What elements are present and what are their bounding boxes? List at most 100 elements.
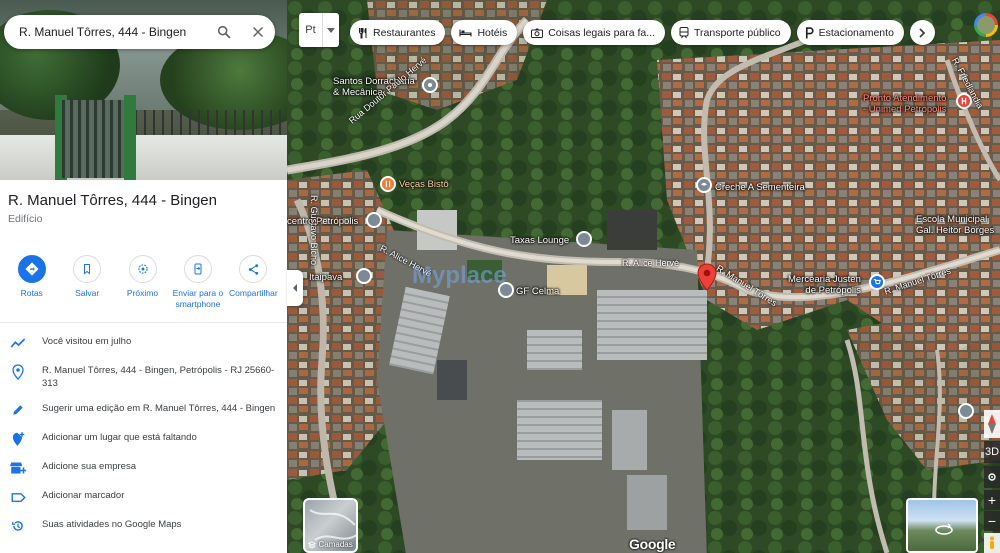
label-centro-petropolis[interactable]: centro Petrópolis bbox=[287, 216, 358, 227]
label-taxas-lounge[interactable]: Taxas Lounge bbox=[510, 235, 569, 246]
add-business-row[interactable]: Adicione sua empresa bbox=[0, 454, 287, 483]
parking-icon bbox=[805, 26, 814, 38]
chip-transit[interactable]: Transporte público bbox=[671, 20, 791, 45]
place-info: R. Manuel Tôrres, 444 - Bingen Edifício bbox=[0, 180, 287, 225]
action-circle bbox=[73, 255, 102, 283]
row-icon-wrap bbox=[8, 460, 28, 476]
collapse-panel-button[interactable] bbox=[287, 270, 303, 306]
poi-marker[interactable] bbox=[958, 403, 974, 419]
row-icon-wrap bbox=[8, 431, 28, 447]
tilt-3d-label: 3D bbox=[984, 446, 1000, 458]
action-label: Rotas bbox=[20, 288, 43, 298]
poi-marker[interactable] bbox=[576, 231, 592, 247]
add-place-icon bbox=[12, 432, 25, 446]
chip-things-to-do[interactable]: Coisas legais para fa... bbox=[523, 20, 666, 45]
label-escola-municipal[interactable]: Escola Municipal Gal. Heitor Borges bbox=[916, 214, 994, 236]
send-to-phone-icon bbox=[194, 263, 202, 275]
layers-button[interactable]: Camadas bbox=[303, 498, 358, 553]
add-business-icon bbox=[10, 462, 26, 474]
chip-label: Transporte público bbox=[694, 26, 781, 39]
suggest-edit-row[interactable]: Sugerir uma edição em R. Manuel Tôrres, … bbox=[0, 396, 287, 425]
chips-next-button[interactable] bbox=[909, 20, 935, 45]
chip-hotels[interactable]: Hotéis bbox=[451, 20, 518, 45]
add-place-row[interactable]: Adicionar um lugar que está faltando bbox=[0, 425, 287, 454]
add-label-row[interactable]: Adicionar marcador bbox=[0, 483, 287, 512]
row-icon-wrap bbox=[8, 489, 28, 505]
fork-knife-icon bbox=[359, 27, 367, 38]
my-location-button[interactable] bbox=[984, 466, 1000, 488]
pegman-button[interactable] bbox=[984, 533, 1000, 553]
zoom-out-button[interactable]: − bbox=[984, 511, 1000, 531]
row-icon-wrap bbox=[8, 518, 28, 534]
satellite-map[interactable]: Pt Restaurantes Hotéis Coisas legais par… bbox=[287, 0, 1000, 553]
directions-button[interactable]: Rotas bbox=[4, 255, 59, 310]
nearby-icon bbox=[137, 264, 148, 274]
avatar-image bbox=[977, 16, 995, 34]
nearby-button[interactable]: Próximo bbox=[115, 255, 170, 310]
zoom-in-label: + bbox=[987, 492, 997, 508]
chip-icon-wrap bbox=[459, 28, 473, 38]
language-arrow bbox=[323, 27, 339, 33]
layers-label: Camadas bbox=[318, 540, 353, 549]
address-row[interactable]: R. Manuel Tôrres, 444 - Bingen, Petrópol… bbox=[0, 358, 287, 396]
poi-marker[interactable] bbox=[366, 212, 382, 228]
compass-button[interactable] bbox=[984, 410, 1000, 438]
maps-app: R. Manuel Tôrres, 444 - Bingen R. Manuel… bbox=[0, 0, 1000, 553]
camera-icon bbox=[531, 28, 544, 38]
train-icon bbox=[679, 26, 689, 38]
place-category: Edifício bbox=[8, 213, 43, 225]
row-text: Suas atividades no Google Maps bbox=[42, 519, 182, 530]
label-creche[interactable]: Creche A Sementeira bbox=[715, 182, 805, 193]
search-button[interactable] bbox=[207, 15, 241, 49]
chip-label: Hotéis bbox=[477, 26, 508, 39]
action-label: Salvar bbox=[75, 288, 100, 298]
school-icon bbox=[700, 182, 708, 186]
poi-marker[interactable] bbox=[422, 77, 438, 93]
label-vecas-bisto[interactable]: Veças Bistô bbox=[399, 179, 449, 190]
activity-row[interactable]: Suas atividades no Google Maps bbox=[0, 512, 287, 541]
chip-restaurants[interactable]: Restaurantes bbox=[350, 20, 446, 45]
chip-label: Restaurantes bbox=[373, 26, 436, 39]
wrench-icon bbox=[428, 83, 432, 87]
history-icon bbox=[12, 521, 23, 531]
language-value: Pt bbox=[299, 13, 323, 47]
label-gf-celma[interactable]: GF Celma bbox=[516, 286, 559, 297]
tilt-3d-button[interactable]: 3D bbox=[984, 441, 1000, 463]
save-button[interactable]: Salvar bbox=[59, 255, 114, 310]
row-icon-wrap bbox=[8, 402, 28, 418]
cart-icon bbox=[873, 279, 881, 285]
action-circle bbox=[17, 255, 46, 283]
timeline-icon bbox=[10, 338, 26, 348]
photo-fence bbox=[135, 110, 287, 135]
label-icon bbox=[11, 492, 26, 502]
pegman-icon bbox=[990, 536, 994, 549]
compass-icon bbox=[988, 414, 996, 434]
label-mercearia-justen[interactable]: Mercearia Justen de Petrópolis bbox=[788, 274, 861, 296]
row-text: R. Manuel Tôrres, 444 - Bingen, Petrópol… bbox=[42, 365, 275, 389]
poi-restaurant-marker[interactable] bbox=[380, 176, 396, 192]
poi-school-marker[interactable] bbox=[696, 177, 712, 193]
location-pin-icon bbox=[12, 364, 24, 380]
send-to-phone-button[interactable]: Enviar para o smartphone bbox=[170, 255, 225, 310]
close-icon bbox=[253, 27, 263, 37]
label-itaipava[interactable]: Itaipava bbox=[309, 272, 342, 283]
poi-marker[interactable] bbox=[356, 268, 372, 284]
visited-row[interactable]: Você visitou em julho bbox=[0, 329, 287, 358]
label-pronto-atendimento[interactable]: Pronto Atendimento - Unimed Petrópolis bbox=[863, 93, 946, 115]
search-input[interactable]: R. Manuel Tôrres, 444 - Bingen bbox=[19, 25, 207, 39]
location-pin-icon[interactable] bbox=[697, 263, 717, 291]
row-text: Sugerir uma edição em R. Manuel Tôrres, … bbox=[42, 403, 276, 414]
chevron-right-icon bbox=[919, 27, 926, 38]
chip-label: Estacionamento bbox=[818, 26, 894, 39]
share-button[interactable]: Compartilhar bbox=[226, 255, 281, 310]
clear-search-button[interactable] bbox=[241, 15, 275, 49]
chevron-down-icon bbox=[327, 27, 335, 33]
zoom-in-button[interactable]: + bbox=[984, 490, 1000, 510]
search-box[interactable]: R. Manuel Tôrres, 444 - Bingen bbox=[4, 15, 275, 49]
street-view-preview[interactable] bbox=[906, 498, 978, 553]
language-selector[interactable]: Pt bbox=[299, 13, 339, 47]
fork-knife-icon bbox=[385, 180, 391, 188]
chip-parking[interactable]: Estacionamento bbox=[796, 20, 904, 45]
account-avatar[interactable] bbox=[974, 13, 998, 37]
action-bar: Rotas Salvar Próximo Enviar para o smart… bbox=[0, 225, 287, 310]
